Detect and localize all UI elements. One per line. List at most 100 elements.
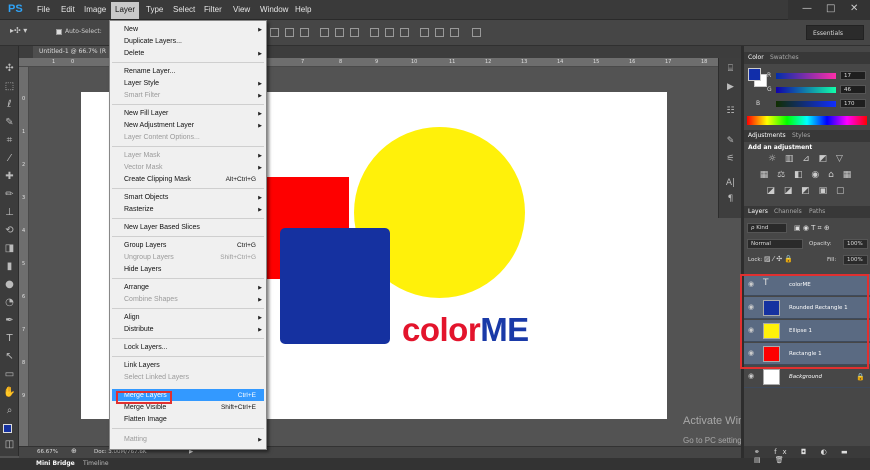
zoom-tool-icon[interactable]: ⌕: [3, 404, 16, 417]
menu-item-smart-objects[interactable]: Smart Objects: [124, 194, 168, 201]
align-top-icon[interactable]: [270, 28, 279, 37]
layer-name[interactable]: Rectangle 1: [789, 351, 822, 357]
layer-row-colorme[interactable]: ◉ T colorME: [744, 274, 870, 296]
fill-input[interactable]: 100%: [843, 255, 868, 265]
green-slider[interactable]: [776, 87, 836, 93]
menu-item-rasterize[interactable]: Rasterize: [124, 206, 154, 213]
type-tool-icon[interactable]: T: [3, 332, 16, 345]
gradient-tool-icon[interactable]: ▮: [3, 260, 16, 273]
document-tab[interactable]: Untitled-1 @ 66.7% (R: [33, 46, 113, 58]
move-tool-icon[interactable]: ✣: [3, 62, 16, 75]
visibility-eye-icon[interactable]: ◉: [748, 327, 756, 334]
layer-name[interactable]: Ellipse 1: [789, 328, 812, 334]
tab-channels[interactable]: Channels: [774, 208, 802, 215]
distribute-top-icon[interactable]: [370, 28, 379, 37]
pen-tool-icon[interactable]: ✒: [3, 314, 16, 327]
workspace-switcher[interactable]: Essentials: [806, 25, 864, 40]
layer-row-rectangle[interactable]: ◉ Rectangle 1: [744, 343, 870, 365]
menu-filter[interactable]: Filter: [204, 5, 222, 14]
visibility-eye-icon[interactable]: ◉: [748, 304, 756, 311]
path-select-icon[interactable]: ↖: [3, 350, 16, 363]
filter-type-icons[interactable]: ▣ ◉ T ⌗ ⊕: [794, 224, 830, 233]
foreground-color-swatch[interactable]: [748, 68, 761, 81]
properties-panel-icon[interactable]: ☷: [725, 106, 736, 117]
align-bottom-icon[interactable]: [300, 28, 309, 37]
menu-item-new-layer-based-slices[interactable]: New Layer Based Slices: [124, 224, 200, 231]
menu-edit[interactable]: Edit: [61, 5, 75, 14]
tab-color[interactable]: Color: [748, 54, 764, 61]
menu-item-lock-layers[interactable]: Lock Layers...: [124, 344, 168, 351]
menu-view[interactable]: View: [233, 5, 250, 14]
opacity-input[interactable]: 100%: [843, 239, 868, 249]
menu-item-hide-layers[interactable]: Hide Layers: [124, 266, 161, 273]
zoom-level[interactable]: 66.67%: [37, 449, 58, 455]
menu-help[interactable]: Help: [295, 5, 311, 14]
tab-mini-bridge[interactable]: Mini Bridge: [36, 460, 75, 467]
distribute-left-icon[interactable]: [420, 28, 429, 37]
menu-item-new-adjustment-layer[interactable]: New Adjustment Layer: [124, 122, 194, 129]
menu-window[interactable]: Window: [260, 5, 288, 14]
minimize-button[interactable]: —: [802, 3, 812, 14]
healing-brush-icon[interactable]: ✚: [3, 170, 16, 183]
menu-item-arrange[interactable]: Arrange: [124, 284, 149, 291]
tab-swatches[interactable]: Swatches: [770, 54, 799, 61]
blue-rounded-rectangle-shape[interactable]: [280, 228, 390, 344]
layer-footer-icons[interactable]: ⚭ fx ◘ ◐ ▬ ▤ 🗑: [754, 448, 870, 464]
character-panel-icon[interactable]: A|: [725, 178, 736, 189]
visibility-eye-icon[interactable]: ◉: [748, 373, 756, 380]
blue-slider[interactable]: [776, 101, 836, 107]
menu-item-align[interactable]: Align: [124, 314, 140, 321]
auto-select-checkbox[interactable]: [56, 29, 62, 35]
align-vcenter-icon[interactable]: [285, 28, 294, 37]
layer-row-rounded-rectangle[interactable]: ◉ Rounded Rectangle 1: [744, 297, 870, 319]
menu-item-link-layers[interactable]: Link Layers: [124, 362, 160, 369]
shape-tool-icon[interactable]: ▭: [3, 368, 16, 381]
layer-kind-filter[interactable]: ρ Kind: [747, 223, 787, 233]
menu-item-layer-style[interactable]: Layer Style: [124, 80, 159, 87]
crop-tool-icon[interactable]: ⌗: [3, 134, 16, 147]
align-right-icon[interactable]: [350, 28, 359, 37]
lasso-tool-icon[interactable]: ℓ: [3, 98, 16, 111]
menu-type[interactable]: Type: [146, 5, 163, 14]
eraser-tool-icon[interactable]: ◨: [3, 242, 16, 255]
green-value-input[interactable]: 46: [840, 85, 866, 94]
history-panel-icon[interactable]: ⌸: [725, 64, 736, 75]
brush-presets-icon[interactable]: ⚟: [725, 154, 736, 165]
menu-select[interactable]: Select: [173, 5, 195, 14]
actions-panel-icon[interactable]: ▶: [725, 82, 736, 93]
layer-name[interactable]: Rounded Rectangle 1: [789, 305, 848, 311]
distribute-hcenter-icon[interactable]: [435, 28, 444, 37]
brush-tool-icon[interactable]: ✏: [3, 188, 16, 201]
align-hcenter-icon[interactable]: [335, 28, 344, 37]
maximize-button[interactable]: □: [826, 3, 835, 14]
quick-select-tool-icon[interactable]: ✎: [3, 116, 16, 129]
menu-layer[interactable]: Layer: [111, 2, 140, 19]
distribute-vcenter-icon[interactable]: [385, 28, 394, 37]
share-icon[interactable]: ⊕: [71, 447, 77, 455]
tab-timeline[interactable]: Timeline: [83, 460, 109, 467]
menu-item-merge-visible[interactable]: Merge Visible: [124, 404, 166, 411]
move-tool-icon[interactable]: ▸✣ ▾: [10, 26, 27, 35]
close-button[interactable]: ✕: [850, 3, 858, 14]
auto-align-icon[interactable]: [472, 28, 481, 37]
align-left-icon[interactable]: [320, 28, 329, 37]
dodge-tool-icon[interactable]: ◔: [3, 296, 16, 309]
distribute-right-icon[interactable]: [450, 28, 459, 37]
brush-panel-icon[interactable]: ✎: [725, 136, 736, 147]
menu-item-rename-layer[interactable]: Rename Layer...: [124, 68, 175, 75]
menu-item-distribute[interactable]: Distribute: [124, 326, 154, 333]
visibility-eye-icon[interactable]: ◉: [748, 350, 756, 357]
tab-styles[interactable]: Styles: [792, 132, 810, 139]
menu-item-new[interactable]: New: [124, 26, 138, 33]
menu-image[interactable]: Image: [84, 5, 106, 14]
paragraph-panel-icon[interactable]: ¶: [725, 194, 736, 205]
blue-value-input[interactable]: 170: [840, 99, 866, 108]
menu-file[interactable]: File: [37, 5, 50, 14]
red-slider[interactable]: [776, 73, 836, 79]
tab-adjustments[interactable]: Adjustments: [748, 132, 786, 139]
menu-item-create-clipping-mask[interactable]: Create Clipping Mask: [124, 176, 191, 183]
adjustment-icons-row-3[interactable]: ◪ ◪ ◩ ▣ ▢: [744, 186, 870, 196]
marquee-tool-icon[interactable]: ⬚: [3, 80, 16, 93]
distribute-bottom-icon[interactable]: [400, 28, 409, 37]
menu-item-delete[interactable]: Delete: [124, 50, 144, 57]
